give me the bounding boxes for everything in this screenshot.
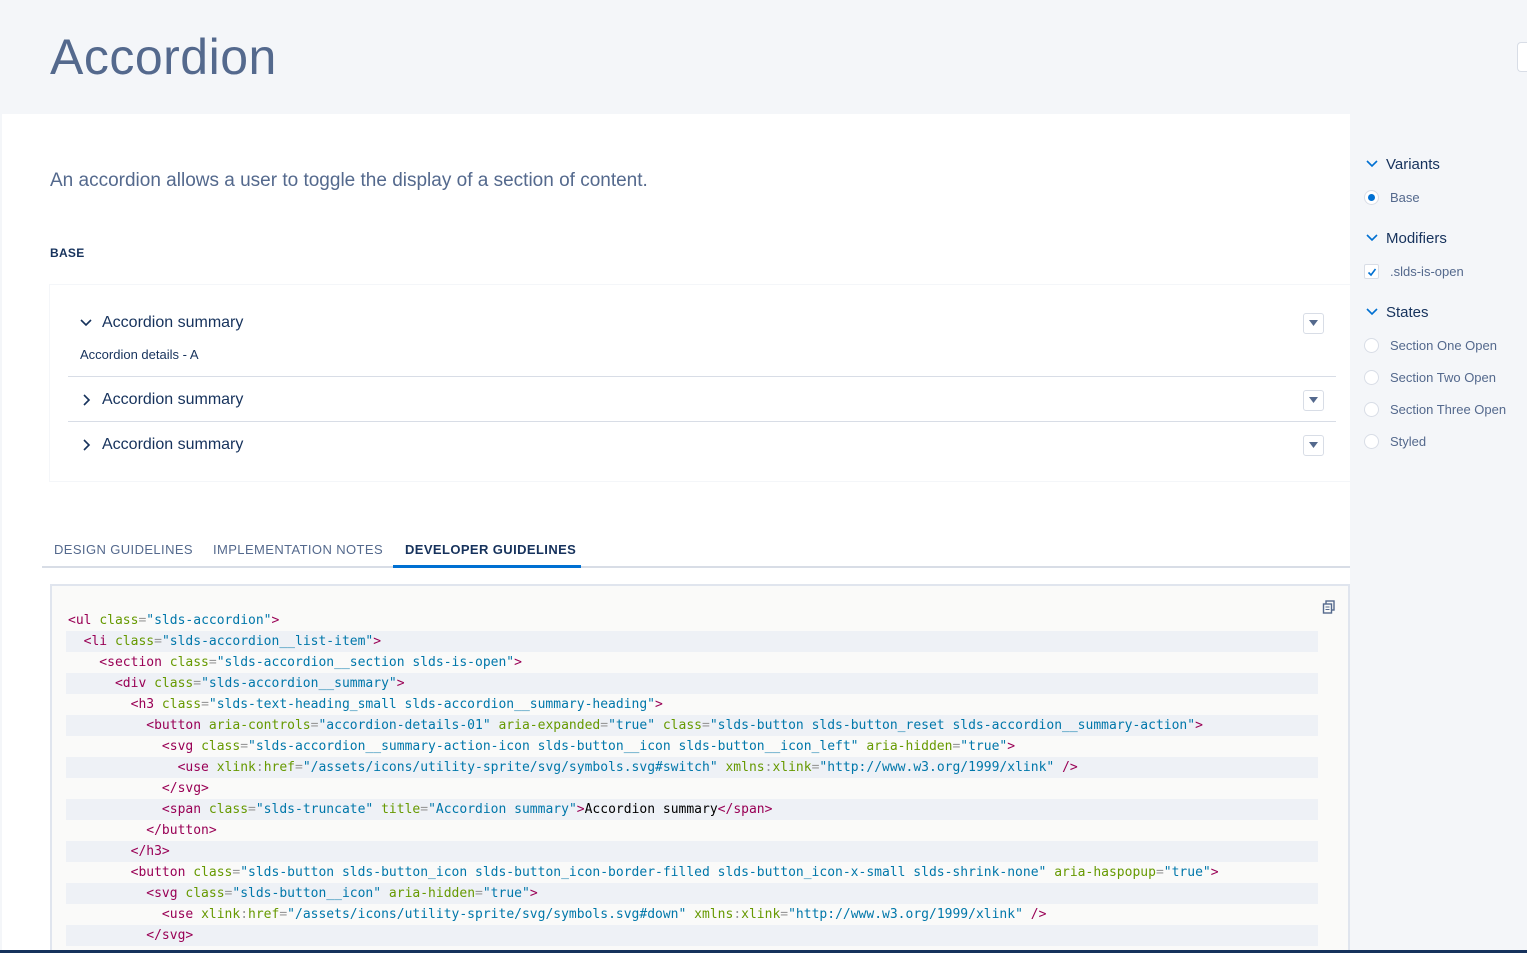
state-option-label: Section Three Open (1390, 402, 1507, 417)
more-options-button[interactable] (1303, 390, 1324, 411)
code-line: <li class="slds-accordion__list-item"> (66, 631, 1318, 652)
down-icon (1309, 397, 1318, 403)
tab-developer-guidelines[interactable]: DEVELOPER GUIDELINES (405, 542, 576, 557)
checkmark-icon (1367, 268, 1377, 277)
accordion-summary-title[interactable]: Accordion summary (102, 436, 243, 454)
variants-heading-label: Variants (1386, 156, 1440, 173)
code-line: <use xlink:href="/assets/icons/utility-s… (68, 907, 1047, 922)
chevron-down-icon (1366, 308, 1378, 316)
code-line: <section class="slds-accordion__section … (68, 655, 522, 670)
accordion-summary-row[interactable]: Accordion summary (68, 313, 1336, 337)
variant-option-label: Base (1390, 190, 1420, 205)
variant-label: BASE (50, 246, 85, 260)
page-header: Accordion (2, 0, 1527, 114)
more-options-button[interactable] (1303, 313, 1324, 334)
code-sample: <ul class="slds-accordion"> <li class="s… (50, 584, 1350, 953)
accordion-summary-row[interactable]: Accordion summary (68, 390, 1336, 414)
accordion-summary-row[interactable]: Accordion summary (68, 435, 1336, 459)
modifiers-heading-label: Modifiers (1386, 230, 1447, 247)
accordion-details: Accordion details - A (80, 347, 199, 362)
code-line: <button aria-controls="accordion-details… (66, 715, 1318, 736)
main-content: An accordion allows a user to toggle the… (2, 114, 1351, 953)
chevron-down-icon (1366, 234, 1378, 242)
sidebar: Variants Base Modifiers .slds-is-open St… (1350, 114, 1527, 953)
state-option-label: Section One Open (1390, 338, 1497, 353)
accordion-section-2: Accordion summary (68, 377, 1336, 422)
radio-unselected[interactable] (1364, 370, 1379, 385)
down-icon (1309, 320, 1318, 326)
component-description: An accordion allows a user to toggle the… (50, 170, 648, 191)
page-title: Accordion (50, 29, 277, 85)
code-line: <ul class="slds-accordion"> (68, 613, 280, 628)
edge-button[interactable] (1517, 42, 1527, 72)
chevron-right-icon (83, 439, 91, 451)
code-line: </svg> (68, 781, 209, 796)
docs-tabs: DESIGN GUIDELINES IMPLEMENTATION NOTES D… (42, 528, 1350, 568)
code-line: <button class="slds-button slds-button_i… (68, 865, 1219, 880)
tab-design-guidelines[interactable]: DESIGN GUIDELINES (54, 542, 193, 557)
states-heading-label: States (1386, 304, 1429, 321)
code-line: <div class="slds-accordion__summary"> (66, 673, 1318, 694)
state-option-label: Section Two Open (1390, 370, 1496, 385)
code-line: <h3 class="slds-text-heading_small slds-… (68, 697, 663, 712)
accordion-section-3: Accordion summary (68, 422, 1336, 467)
checkbox-checked[interactable] (1364, 264, 1379, 279)
accordion-demo: Accordion summary Accordion details - A … (49, 284, 1351, 482)
chevron-down-icon (80, 319, 92, 327)
code-block: <ul class="slds-accordion"> <li class="s… (66, 610, 1318, 953)
code-line: <use xlink:href="/assets/icons/utility-s… (66, 757, 1318, 778)
code-line: </svg> (66, 925, 1318, 946)
chevron-down-icon (1366, 160, 1378, 168)
code-line: <span class="slds-truncate" title="Accor… (66, 799, 1318, 820)
radio-unselected[interactable] (1364, 402, 1379, 417)
radio-selected[interactable] (1364, 190, 1379, 205)
code-line: <svg class="slds-button__icon" aria-hidd… (66, 883, 1318, 904)
copy-icon[interactable] (1322, 600, 1336, 614)
modifier-option-label: .slds-is-open (1390, 264, 1464, 279)
radio-unselected[interactable] (1364, 338, 1379, 353)
accordion-summary-title[interactable]: Accordion summary (102, 391, 243, 409)
accordion-section-1: Accordion summary Accordion details - A (68, 285, 1336, 377)
radio-unselected[interactable] (1364, 434, 1379, 449)
tab-implementation-notes[interactable]: IMPLEMENTATION NOTES (213, 542, 383, 557)
active-tab-indicator (393, 565, 581, 568)
code-line: </h3> (66, 841, 1318, 862)
chevron-right-icon (83, 394, 91, 406)
down-icon (1309, 442, 1318, 448)
code-line: <svg class="slds-accordion__summary-acti… (68, 739, 1016, 754)
state-option-label: Styled (1390, 434, 1427, 449)
code-line: </button> (68, 823, 217, 838)
more-options-button[interactable] (1303, 435, 1324, 456)
accordion-summary-title[interactable]: Accordion summary (102, 314, 243, 332)
